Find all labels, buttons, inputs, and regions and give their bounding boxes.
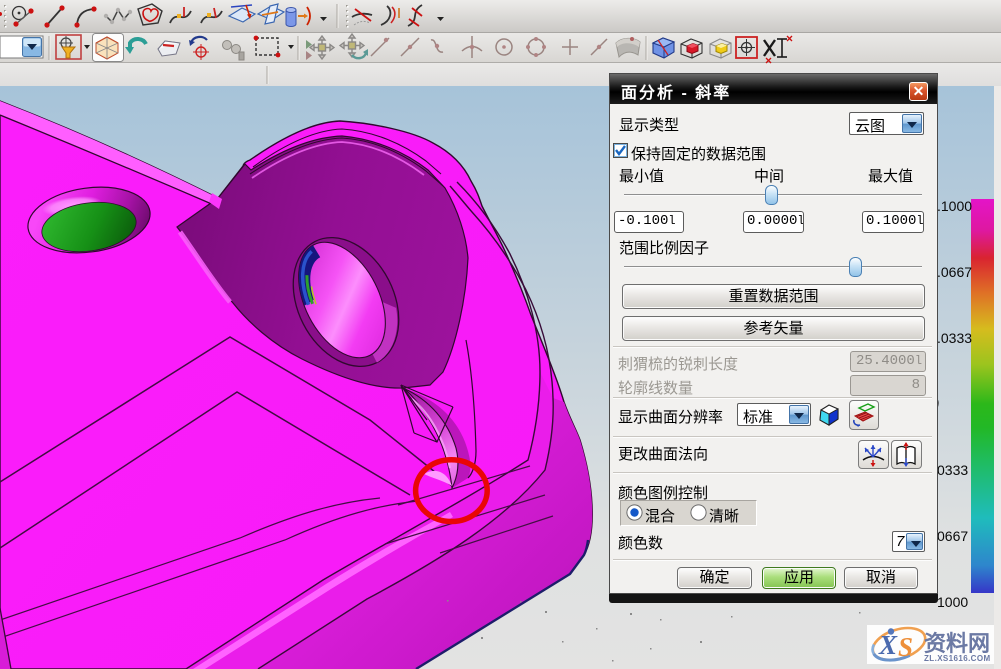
svg-text:ZL.XS1616.COM: ZL.XS1616.COM	[924, 654, 991, 663]
svg-text:1000: 1000	[937, 594, 968, 610]
svg-text:.1000: .1000	[937, 198, 972, 214]
svg-text:.0667: .0667	[937, 264, 972, 280]
svg-text:资料网: 资料网	[924, 631, 990, 656]
svg-text:S: S	[898, 632, 913, 662]
svg-text:.0333: .0333	[937, 330, 972, 346]
svg-text:X: X	[878, 630, 898, 660]
svg-text:0333: 0333	[937, 462, 968, 478]
svg-text:0667: 0667	[937, 528, 968, 544]
